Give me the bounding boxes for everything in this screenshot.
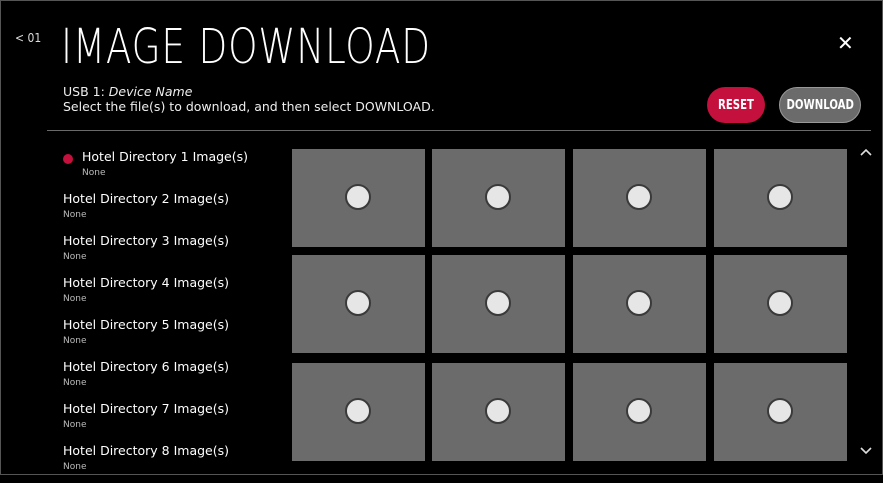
radio-unchecked-icon[interactable] xyxy=(485,398,511,424)
list-item[interactable]: Hotel Directory 1 Image(s) None xyxy=(63,147,283,189)
list-item[interactable]: Hotel Directory 5 Image(s) None xyxy=(63,315,283,357)
list-item-state: None xyxy=(63,252,87,262)
instruction-text: Select the file(s) to download, and then… xyxy=(63,99,435,114)
device-name: Device Name xyxy=(108,84,193,99)
image-tile[interactable] xyxy=(573,363,706,461)
image-tile[interactable] xyxy=(573,149,706,247)
list-item-name: Hotel Directory 2 Image(s) xyxy=(63,191,230,206)
list-item-name: Hotel Directory 6 Image(s) xyxy=(63,359,230,374)
list-item-state: None xyxy=(63,336,87,346)
list-item-state: None xyxy=(63,462,87,472)
list-item[interactable]: Hotel Directory 8 Image(s) None xyxy=(63,441,283,483)
list-item-name: Hotel Directory 1 Image(s) xyxy=(82,149,249,164)
radio-unchecked-icon[interactable] xyxy=(767,398,793,424)
list-item-state: None xyxy=(82,168,106,178)
radio-unchecked-icon[interactable] xyxy=(345,398,371,424)
image-tile[interactable] xyxy=(432,149,565,247)
image-tile[interactable] xyxy=(714,149,847,247)
list-item[interactable]: Hotel Directory 4 Image(s) None xyxy=(63,273,283,315)
image-tile[interactable] xyxy=(292,363,425,461)
reset-button[interactable]: RESET xyxy=(707,87,765,123)
reset-button-label: RESET xyxy=(718,97,754,113)
list-item[interactable]: Hotel Directory 3 Image(s) None xyxy=(63,231,283,273)
image-tile[interactable] xyxy=(292,255,425,353)
download-button-label: DOWNLOAD xyxy=(786,97,854,113)
directory-list: Hotel Directory 1 Image(s) None Hotel Dire… xyxy=(63,147,283,483)
back-button[interactable]: < 01 xyxy=(15,31,41,45)
image-tile[interactable] xyxy=(714,363,847,461)
image-tile[interactable] xyxy=(432,363,565,461)
download-button[interactable]: DOWNLOAD xyxy=(779,87,861,123)
close-icon[interactable]: ✕ xyxy=(837,31,854,55)
radio-unchecked-icon[interactable] xyxy=(345,184,371,210)
list-item[interactable]: Hotel Directory 2 Image(s) None xyxy=(63,189,283,231)
image-tile[interactable] xyxy=(573,255,706,353)
image-tile[interactable] xyxy=(432,255,565,353)
image-tile[interactable] xyxy=(292,149,425,247)
usb-device-label: USB 1: Device Name xyxy=(63,84,435,99)
subtitle: USB 1: Device Name Select the file(s) to… xyxy=(63,84,435,114)
list-item-state: None xyxy=(63,210,87,220)
list-item[interactable]: Hotel Directory 6 Image(s) None xyxy=(63,357,283,399)
scroll-down-icon[interactable] xyxy=(856,443,876,459)
list-item-name: Hotel Directory 5 Image(s) xyxy=(63,317,230,332)
list-item-state: None xyxy=(63,420,87,430)
radio-unchecked-icon[interactable] xyxy=(767,290,793,316)
list-item-name: Hotel Directory 8 Image(s) xyxy=(63,443,230,458)
list-item-name: Hotel Directory 7 Image(s) xyxy=(63,401,230,416)
usb-prefix: USB 1: xyxy=(63,84,105,99)
radio-unchecked-icon[interactable] xyxy=(485,290,511,316)
scroll-up-icon[interactable] xyxy=(856,145,876,161)
radio-unchecked-icon[interactable] xyxy=(626,398,652,424)
list-item[interactable]: Hotel Directory 7 Image(s) None xyxy=(63,399,283,441)
list-item-name: Hotel Directory 4 Image(s) xyxy=(63,275,230,290)
radio-unchecked-icon[interactable] xyxy=(485,184,511,210)
list-item-state: None xyxy=(63,294,87,304)
radio-unchecked-icon[interactable] xyxy=(767,184,793,210)
selected-indicator-icon xyxy=(63,154,73,164)
page-title: IMAGE DOWNLOAD xyxy=(61,19,431,75)
window-frame: < 01 IMAGE DOWNLOAD ✕ USB 1: Device Name… xyxy=(0,0,883,475)
radio-unchecked-icon[interactable] xyxy=(626,184,652,210)
radio-unchecked-icon[interactable] xyxy=(626,290,652,316)
list-item-state: None xyxy=(63,378,87,388)
divider xyxy=(47,130,871,131)
list-item-name: Hotel Directory 3 Image(s) xyxy=(63,233,230,248)
image-tile[interactable] xyxy=(714,255,847,353)
radio-unchecked-icon[interactable] xyxy=(345,290,371,316)
